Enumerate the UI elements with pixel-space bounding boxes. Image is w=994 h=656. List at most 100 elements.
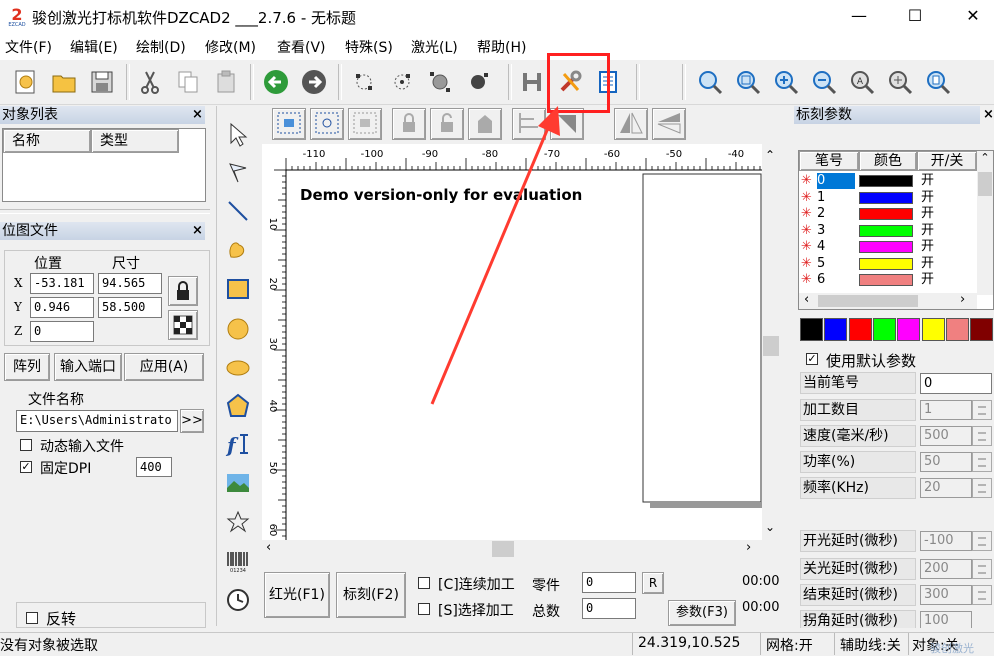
pen-col-onoff[interactable]: 开/关	[917, 151, 977, 171]
pen-state[interactable]: 开	[921, 206, 934, 222]
count-field[interactable]: 1	[920, 400, 972, 420]
pen-list-vscroll-thumb[interactable]	[978, 172, 992, 196]
power-spinner[interactable]	[972, 452, 992, 472]
vertical-scroll-thumb[interactable]	[763, 336, 779, 356]
pen-row[interactable]: ✳ 1 开	[799, 190, 977, 206]
browse-button[interactable]: >>	[180, 409, 204, 433]
menu-view[interactable]: 查看(V)	[277, 37, 326, 57]
total-count-field[interactable]: 0	[582, 598, 636, 619]
scroll-up-icon[interactable]: ⌃	[765, 148, 775, 162]
vector-file-icon[interactable]	[222, 506, 254, 538]
palette-swatch[interactable]	[921, 318, 945, 341]
pen-scroll-left-icon[interactable]: ‹	[804, 292, 809, 307]
pen-col-color[interactable]: 颜色	[859, 151, 917, 171]
scroll-right-icon[interactable]: ›	[746, 540, 751, 555]
pen-row[interactable]: ✳ 6 开	[799, 272, 977, 288]
rectangle-tool-icon[interactable]	[222, 273, 254, 305]
frequency-field[interactable]: 20	[920, 478, 972, 498]
zoom-in-icon[interactable]	[770, 66, 802, 98]
pen-color-swatch[interactable]	[859, 241, 913, 253]
pen-color-swatch[interactable]	[859, 208, 913, 220]
node-align-icon[interactable]	[424, 66, 456, 98]
mirror-vertical-button[interactable]	[652, 108, 686, 140]
paste-icon[interactable]	[210, 66, 242, 98]
object-list-col-type[interactable]: 类型	[91, 129, 179, 153]
fixed-dpi-checkbox[interactable]: ✓	[20, 461, 32, 473]
mark-params-close-icon[interactable]: ×	[983, 107, 994, 122]
timer-tool-icon[interactable]	[222, 584, 254, 616]
circle-tool-icon[interactable]	[222, 313, 254, 345]
red-light-button[interactable]: 红光(F1)	[264, 572, 330, 618]
pen-row[interactable]: ✳ 3 开	[799, 223, 977, 239]
menu-edit[interactable]: 编辑(E)	[70, 37, 118, 57]
x-position-field[interactable]: -53.181	[30, 273, 94, 294]
apply-button[interactable]: 应用(A)	[124, 353, 204, 381]
select-process-checkbox[interactable]	[418, 603, 430, 615]
current-pen-field[interactable]: 0	[920, 373, 992, 394]
object-list-table[interactable]: 名称 类型	[2, 128, 206, 202]
line-tool-icon[interactable]	[222, 195, 254, 227]
mirror-horizontal-button[interactable]	[614, 108, 648, 140]
x-size-field[interactable]: 94.565	[98, 273, 162, 294]
end-delay-field[interactable]: 300	[920, 585, 972, 605]
pen-row[interactable]: ✳ 4 开	[799, 239, 977, 255]
pen-row[interactable]: ✳ 2 开	[799, 206, 977, 222]
off-delay-spinner[interactable]	[972, 559, 992, 579]
lock-ratio-button[interactable]	[168, 276, 198, 306]
save-icon[interactable]	[86, 66, 118, 98]
part-count-field[interactable]: 0	[582, 572, 636, 593]
undo-icon[interactable]	[260, 66, 292, 98]
invert-checkbox[interactable]	[26, 612, 38, 624]
pen-state[interactable]: 开	[921, 173, 934, 189]
reset-count-button[interactable]: R	[642, 572, 664, 594]
node-select-icon[interactable]	[386, 66, 418, 98]
end-delay-spinner[interactable]	[972, 585, 992, 605]
copy-icon[interactable]	[172, 66, 204, 98]
align-select-button[interactable]	[272, 108, 306, 140]
menu-laser[interactable]: 激光(L)	[411, 37, 458, 57]
z-position-field[interactable]: 0	[30, 321, 94, 342]
pen-color-swatch[interactable]	[859, 175, 913, 187]
panel-splitter[interactable]	[0, 209, 210, 214]
anchor-grid-button[interactable]	[168, 310, 198, 340]
pen-state[interactable]: 开	[921, 256, 934, 272]
power-field[interactable]: 50	[920, 452, 972, 472]
menu-file[interactable]: 文件(F)	[5, 37, 52, 57]
object-list-col-name[interactable]: 名称	[3, 129, 91, 153]
pen-color-swatch[interactable]	[859, 224, 913, 237]
select-tool-icon[interactable]	[222, 118, 254, 150]
curve-tool-icon[interactable]	[222, 234, 254, 266]
palette-swatch[interactable]	[872, 318, 896, 341]
on-delay-field[interactable]: -100	[920, 531, 972, 551]
zoom-selected-icon[interactable]	[884, 66, 916, 98]
align-group-button[interactable]	[348, 108, 382, 140]
count-spinner[interactable]	[972, 400, 992, 420]
pen-state[interactable]: 开	[921, 272, 934, 288]
palette-swatch[interactable]	[970, 318, 994, 341]
palette-swatch[interactable]	[824, 318, 848, 341]
pen-row[interactable]: ✳ 5 开	[799, 256, 977, 272]
y-size-field[interactable]: 58.500	[98, 297, 162, 318]
bitmap-panel-close-icon[interactable]: ×	[192, 223, 203, 238]
hatch-icon[interactable]	[516, 66, 548, 98]
cut-icon[interactable]	[134, 66, 166, 98]
new-file-icon[interactable]	[10, 66, 42, 98]
pen-color-swatch[interactable]	[859, 274, 913, 286]
horizontal-scroll-thumb[interactable]	[492, 541, 514, 557]
palette-swatch[interactable]	[848, 318, 872, 341]
on-delay-spinner[interactable]	[972, 531, 992, 551]
array-button[interactable]: 阵列	[4, 353, 50, 381]
dpi-field[interactable]: 400	[136, 457, 172, 477]
speed-spinner[interactable]	[972, 426, 992, 446]
off-delay-field[interactable]: 200	[920, 559, 972, 579]
zoom-window-icon[interactable]	[732, 66, 764, 98]
speed-field[interactable]: 500	[920, 426, 972, 446]
menu-help[interactable]: 帮助(H)	[477, 37, 526, 57]
pen-color-swatch[interactable]	[859, 191, 913, 204]
palette-swatch[interactable]	[945, 318, 969, 341]
zoom-icon[interactable]	[694, 66, 726, 98]
pen-hscroll-thumb[interactable]	[818, 295, 918, 307]
continuous-checkbox[interactable]	[418, 577, 430, 589]
object-list-close-icon[interactable]: ×	[192, 107, 203, 122]
open-folder-icon[interactable]	[48, 66, 80, 98]
